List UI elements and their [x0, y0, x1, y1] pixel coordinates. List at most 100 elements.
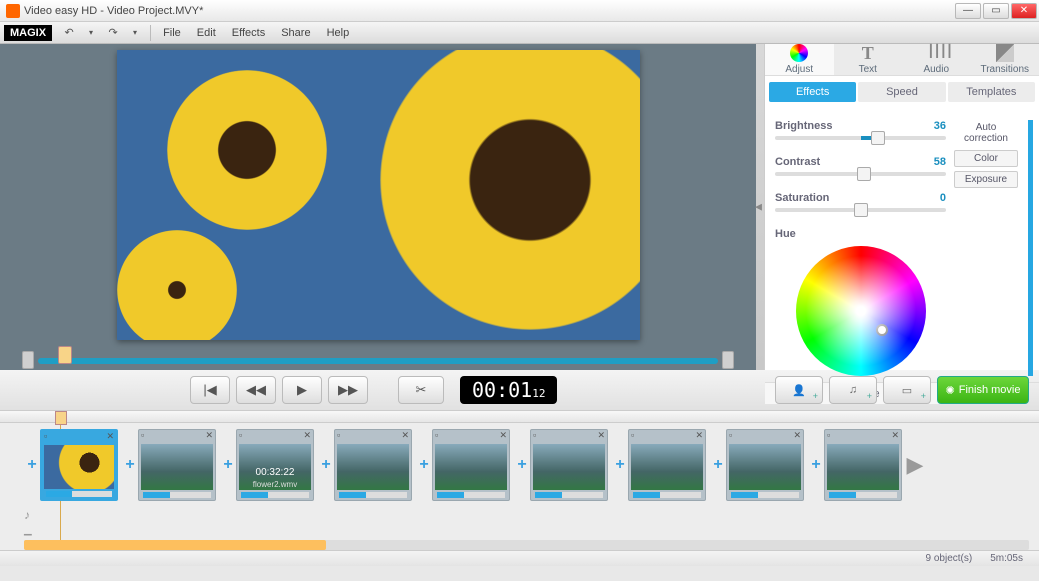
clip-menu-icon[interactable]: ▫ — [141, 430, 144, 442]
insert-clip-button[interactable]: + — [220, 457, 236, 473]
insert-clip-button[interactable]: + — [24, 457, 40, 473]
tab-adjust[interactable]: Adjust — [765, 44, 834, 75]
timeline-clip[interactable]: ▫✕ — [138, 429, 216, 501]
status-duration: 5m:05s — [990, 553, 1023, 564]
panel-collapse-toggle[interactable] — [756, 44, 764, 370]
timeline-clip[interactable]: ▫✕ — [628, 429, 706, 501]
timeline-clip[interactable]: ▫✕ — [726, 429, 804, 501]
audio-track[interactable]: ♪ — [24, 507, 1029, 523]
subtab-effects[interactable]: Effects — [769, 82, 856, 102]
goto-start-button[interactable]: |◀ — [190, 376, 230, 404]
clip-close-icon[interactable]: ✕ — [499, 430, 507, 442]
photo-icon: 👤 — [792, 384, 806, 397]
hue-handle[interactable] — [876, 324, 888, 336]
contrast-value: 58 — [934, 156, 946, 168]
rewind-button[interactable]: ◀◀ — [236, 376, 276, 404]
insert-clip-button[interactable]: + — [416, 457, 432, 473]
insert-clip-button[interactable]: + — [514, 457, 530, 473]
trim-out-handle[interactable] — [722, 351, 734, 369]
hue-label: Hue — [775, 228, 946, 240]
clip-menu-icon[interactable]: ▫ — [239, 430, 242, 442]
subtab-templates[interactable]: Templates — [948, 82, 1035, 102]
auto-correction-link[interactable]: Auto correction — [954, 120, 1018, 146]
tab-text[interactable]: T Text — [834, 44, 903, 75]
window-title: Video easy HD - Video Project.MVY* — [24, 5, 203, 17]
audio-track-2[interactable]: ▁ — [24, 525, 1029, 536]
contrast-handle[interactable] — [857, 167, 871, 181]
maximize-button[interactable]: ▭ — [983, 3, 1009, 19]
color-button[interactable]: Color — [954, 150, 1018, 167]
undo-dropdown[interactable]: ▾ — [81, 24, 101, 42]
preview-scrubber[interactable] — [18, 352, 738, 370]
brand-logo: MAGIX — [4, 25, 52, 41]
preview-playhead[interactable] — [58, 346, 72, 364]
clip-close-icon[interactable]: ✕ — [401, 430, 409, 442]
insert-clip-button[interactable]: + — [318, 457, 334, 473]
menu-file[interactable]: File — [155, 25, 189, 41]
clip-close-icon[interactable]: ✕ — [597, 430, 605, 442]
hue-wheel[interactable] — [796, 246, 926, 376]
minimize-button[interactable]: — — [955, 3, 981, 19]
clip-menu-icon[interactable]: ▫ — [827, 430, 830, 442]
menu-effects[interactable]: Effects — [224, 25, 273, 41]
timeline-clip[interactable]: ▫✕ — [432, 429, 510, 501]
add-photo-button[interactable]: 👤+ — [775, 376, 823, 404]
insert-clip-button[interactable]: + — [122, 457, 138, 473]
fast-forward-button[interactable]: ▶▶ — [328, 376, 368, 404]
panel-scrollbar[interactable] — [1028, 120, 1033, 376]
brightness-slider[interactable] — [775, 136, 946, 140]
clip-close-icon[interactable]: ✕ — [106, 431, 114, 443]
finish-movie-button[interactable]: ✺Finish movie — [937, 376, 1029, 404]
undo-button[interactable]: ↶ — [59, 24, 79, 42]
clip-menu-icon[interactable]: ▫ — [631, 430, 634, 442]
insert-clip-button[interactable]: + — [612, 457, 628, 473]
clip-menu-icon[interactable]: ▫ — [337, 430, 340, 442]
menu-edit[interactable]: Edit — [189, 25, 224, 41]
cut-button[interactable]: ✂ — [398, 376, 444, 404]
timeline-clip[interactable]: ▫✕ — [530, 429, 608, 501]
timeline-clip[interactable]: ▫✕ — [40, 429, 118, 501]
saturation-slider[interactable] — [775, 208, 946, 212]
add-video-button[interactable]: ▭+ — [883, 376, 931, 404]
menu-help[interactable]: Help — [319, 25, 358, 41]
insert-clip-button[interactable]: + — [808, 457, 824, 473]
timeline-clip[interactable]: ▫✕00:32:22flower2.wmv — [236, 429, 314, 501]
timeline-scroll-right[interactable]: ▶ — [906, 445, 924, 485]
contrast-label: Contrast — [775, 156, 820, 168]
brightness-value: 36 — [934, 120, 946, 132]
tab-audio-label: Audio — [923, 64, 949, 75]
contrast-slider[interactable] — [775, 172, 946, 176]
menu-share[interactable]: Share — [273, 25, 318, 41]
clip-close-icon[interactable]: ✕ — [303, 430, 311, 442]
timecode-display: 00:0112 — [460, 376, 557, 404]
statusbar: 9 object(s) 5m:05s — [0, 550, 1039, 566]
saturation-handle[interactable] — [854, 203, 868, 217]
redo-button[interactable]: ↷ — [103, 24, 123, 42]
clip-menu-icon[interactable]: ▫ — [729, 430, 732, 442]
clip-close-icon[interactable]: ✕ — [891, 430, 899, 442]
timeline-hscroll-thumb[interactable] — [24, 540, 326, 550]
subtab-speed[interactable]: Speed — [858, 82, 945, 102]
timeline-clip[interactable]: ▫✕ — [334, 429, 412, 501]
tab-transitions[interactable]: Transitions — [971, 44, 1039, 75]
timeline-ruler[interactable] — [0, 411, 1039, 423]
close-button[interactable]: ✕ — [1011, 3, 1037, 19]
timeline-playhead[interactable] — [55, 411, 67, 425]
timeline-clip[interactable]: ▫✕ — [824, 429, 902, 501]
video-preview[interactable] — [117, 50, 640, 340]
clip-menu-icon[interactable]: ▫ — [533, 430, 536, 442]
brightness-handle[interactable] — [871, 131, 885, 145]
play-button[interactable]: ▶ — [282, 376, 322, 404]
insert-clip-button[interactable]: + — [710, 457, 726, 473]
clip-close-icon[interactable]: ✕ — [695, 430, 703, 442]
clip-menu-icon[interactable]: ▫ — [435, 430, 438, 442]
timeline-hscroll[interactable] — [24, 540, 1029, 550]
clip-close-icon[interactable]: ✕ — [205, 430, 213, 442]
trim-in-handle[interactable] — [22, 351, 34, 369]
clip-close-icon[interactable]: ✕ — [793, 430, 801, 442]
exposure-button[interactable]: Exposure — [954, 171, 1018, 188]
add-music-button[interactable]: ♫+ — [829, 376, 877, 404]
tab-audio[interactable]: Audio — [902, 44, 971, 75]
redo-dropdown[interactable]: ▾ — [125, 24, 145, 42]
clip-menu-icon[interactable]: ▫ — [44, 431, 47, 443]
